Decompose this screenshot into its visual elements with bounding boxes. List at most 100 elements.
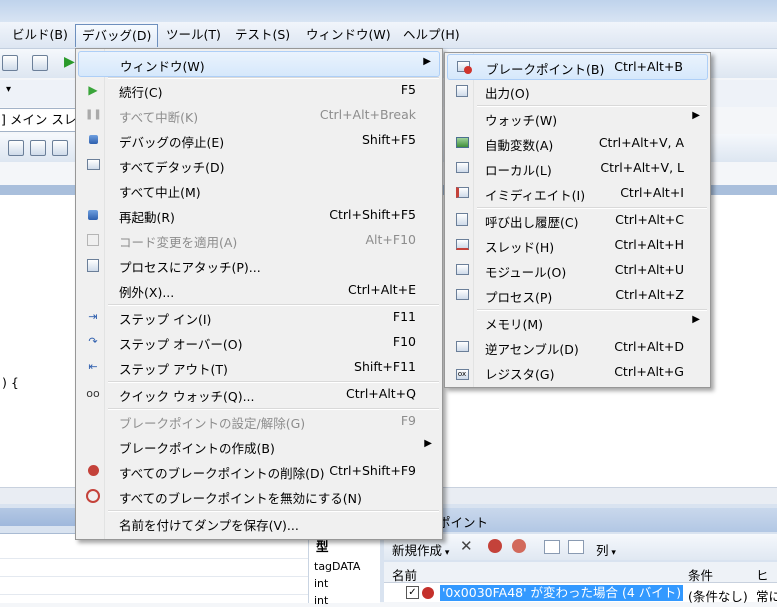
menu-item-window[interactable]: ウィンドウ(W) ▶ — [78, 51, 440, 77]
modules-icon — [454, 262, 470, 278]
menu-item-restart[interactable]: 再起動(R) Ctrl+Shift+F5 — [78, 203, 440, 227]
menu-item-label: ローカル(L) — [485, 163, 552, 178]
menu-item-modules[interactable]: モジュール(O) Ctrl+Alt+U — [447, 258, 708, 282]
step-over-icon: ↷ — [88, 335, 98, 348]
column-divider — [308, 534, 309, 603]
locals-icon — [454, 160, 470, 176]
menu-item-label: ステップ オーバー(O) — [119, 337, 243, 352]
toolbar-icon[interactable] — [52, 140, 68, 156]
menu-item-label: 自動変数(A) — [485, 138, 554, 153]
menu-item-label: 名前を付けてダンプを保存(V)... — [119, 518, 299, 533]
menu-item-label: 例外(X)... — [119, 285, 175, 300]
row-divider — [0, 558, 308, 559]
menu-item-toggle-breakpoint[interactable]: ブレークポイントの設定/解除(G) F9 — [78, 409, 440, 433]
menu-item-shortcut: F5 — [400, 82, 416, 97]
type-cell: int — [314, 594, 329, 607]
menu-item-call-stack[interactable]: 呼び出し履歴(C) Ctrl+Alt+C — [447, 208, 708, 232]
submenu-arrow-icon: ▶ — [423, 56, 431, 67]
delete-icon[interactable]: ✕ — [460, 537, 473, 555]
new-breakpoint-button[interactable]: 新規作成 ▾ — [392, 540, 449, 559]
code-fragment: ) { — [2, 375, 19, 390]
menu-item-immediate[interactable]: イミディエイト(I) Ctrl+Alt+I — [447, 181, 708, 205]
menu-item-continue[interactable]: ▶ 続行(C) F5 — [78, 78, 440, 102]
toolbar-icon[interactable] — [2, 55, 18, 71]
start-debug-icon[interactable]: ▶ — [64, 54, 75, 70]
menu-item-threads[interactable]: スレッド(H) Ctrl+Alt+H — [447, 233, 708, 257]
menu-window[interactable]: ウィンドウ(W) — [300, 25, 397, 45]
detach-icon — [85, 157, 101, 173]
delete-all-breakpoints-icon[interactable] — [488, 539, 502, 553]
menu-item-label: デバッグの停止(E) — [119, 135, 225, 150]
row-divider — [0, 594, 308, 595]
menu-item-label: メモリ(M) — [485, 317, 544, 332]
menu-item-delete-all-breakpoints[interactable]: すべてのブレークポイントの削除(D) Ctrl+Shift+F9 — [78, 459, 440, 483]
menu-item-attach-to-process[interactable]: プロセスにアタッチ(P)... — [78, 253, 440, 277]
menu-item-step-out[interactable]: ⇤ ステップ アウト(T) Shift+F11 — [78, 355, 440, 379]
menu-item-terminate-all[interactable]: すべて中止(M) — [78, 178, 440, 202]
menu-item-shortcut: F9 — [400, 413, 416, 428]
apply-code-icon — [85, 232, 101, 248]
breakpoint-row[interactable]: ✓ '0x0030FA48' が変わった場合 (4 バイト) (条件なし) 常に — [384, 583, 777, 604]
menu-item-break-all[interactable]: ❚❚ すべて中断(K) Ctrl+Alt+Break — [78, 103, 440, 127]
menu-item-label: ステップ イン(I) — [119, 312, 212, 327]
condition-column-header[interactable]: 条件 — [688, 565, 713, 584]
columns-button[interactable]: 列 ▾ — [596, 540, 616, 559]
checkbox-icon[interactable]: ✓ — [406, 586, 419, 599]
menu-item-shortcut: Ctrl+Shift+F9 — [329, 463, 416, 478]
menu-item-shortcut: Ctrl+Alt+G — [614, 364, 684, 379]
menu-item-watch[interactable]: ウォッチ(W) ▶ — [447, 106, 708, 130]
menu-build[interactable]: ビルド(B) — [6, 25, 74, 45]
toolbar-icon[interactable] — [32, 55, 48, 71]
menu-help[interactable]: ヘルプ(H) — [397, 25, 466, 45]
menu-item-shortcut: Ctrl+Alt+V, L — [600, 160, 684, 175]
menu-item-registers[interactable]: ox レジスタ(G) Ctrl+Alt+G — [447, 360, 708, 384]
menu-test[interactable]: テスト(S) — [229, 25, 296, 45]
toolbar-icon[interactable] — [30, 140, 46, 156]
toolbar-icon[interactable] — [8, 140, 24, 156]
go-to-source-icon[interactable] — [544, 540, 560, 554]
menu-item-memory[interactable]: メモリ(M) ▶ — [447, 310, 708, 334]
menu-item-exceptions[interactable]: 例外(X)... Ctrl+Alt+E — [78, 278, 440, 302]
chevron-down-icon[interactable]: ▾ — [6, 84, 11, 95]
menu-item-quick-watch[interactable]: oo クイック ウォッチ(Q)... Ctrl+Alt+Q — [78, 382, 440, 406]
menu-item-breakpoints[interactable]: ブレークポイント(B) Ctrl+Alt+B — [447, 54, 708, 80]
menu-item-label: 出力(O) — [485, 86, 530, 101]
menu-item-disable-all-breakpoints[interactable]: すべてのブレークポイントを無効にする(N) — [78, 484, 440, 508]
menu-item-shortcut: Ctrl+Alt+Z — [615, 287, 684, 302]
menu-item-label: すべてデタッチ(D) — [119, 160, 225, 175]
menu-item-processes[interactable]: プロセス(P) Ctrl+Alt+Z — [447, 283, 708, 307]
menu-item-output[interactable]: 出力(O) — [447, 79, 708, 103]
menu-item-apply-code-changes[interactable]: コード変更を適用(A) Alt+F10 — [78, 228, 440, 252]
menu-item-step-into[interactable]: ⇥ ステップ イン(I) F11 — [78, 305, 440, 329]
menu-item-label: スレッド(H) — [485, 240, 555, 255]
breakpoint-name[interactable]: '0x0030FA48' が変わった場合 (4 バイト) — [440, 585, 684, 601]
menu-item-shortcut: Ctrl+Alt+I — [620, 185, 684, 200]
menu-item-autos[interactable]: 自動変数(A) Ctrl+Alt+V, A — [447, 131, 708, 155]
menu-item-label: すべてのブレークポイントの削除(D) — [119, 466, 325, 481]
call-stack-icon — [454, 212, 470, 228]
menu-item-label: すべて中止(M) — [119, 185, 201, 200]
menu-item-disassembly[interactable]: 逆アセンブル(D) Ctrl+Alt+D — [447, 335, 708, 359]
menu-item-new-breakpoint[interactable]: ブレークポイントの作成(B) ▶ — [78, 434, 440, 458]
menu-item-shortcut: Alt+F10 — [365, 232, 417, 247]
menu-item-label: プロセス(P) — [485, 290, 553, 305]
menu-item-shortcut: Ctrl+Alt+U — [614, 262, 684, 277]
type-cell: tagDATA — [314, 560, 361, 573]
menu-item-shortcut: F11 — [392, 309, 416, 324]
autos-icon — [454, 135, 470, 151]
menu-item-label: 逆アセンブル(D) — [485, 342, 579, 357]
menu-item-save-dump-as[interactable]: 名前を付けてダンプを保存(V)... — [78, 511, 440, 535]
menu-item-shortcut: Ctrl+Alt+D — [614, 339, 684, 354]
go-to-disassembly-icon[interactable] — [568, 540, 584, 554]
menu-debug[interactable]: デバッグ(D) — [75, 24, 159, 47]
menu-item-step-over[interactable]: ↷ ステップ オーバー(O) F10 — [78, 330, 440, 354]
menu-tools[interactable]: ツール(T) — [160, 25, 227, 45]
breakpoint-icon — [422, 587, 434, 599]
menu-item-locals[interactable]: ローカル(L) Ctrl+Alt+V, L — [447, 156, 708, 180]
toggle-breakpoints-icon[interactable] — [512, 539, 526, 553]
menu-item-stop-debugging[interactable]: デバッグの停止(E) Shift+F5 — [78, 128, 440, 152]
menu-item-label: ウィンドウ(W) — [120, 59, 205, 74]
name-column-header[interactable]: 名前 — [392, 565, 417, 584]
quick-watch-icon: oo — [86, 387, 100, 400]
menu-item-detach-all[interactable]: すべてデタッチ(D) — [78, 153, 440, 177]
